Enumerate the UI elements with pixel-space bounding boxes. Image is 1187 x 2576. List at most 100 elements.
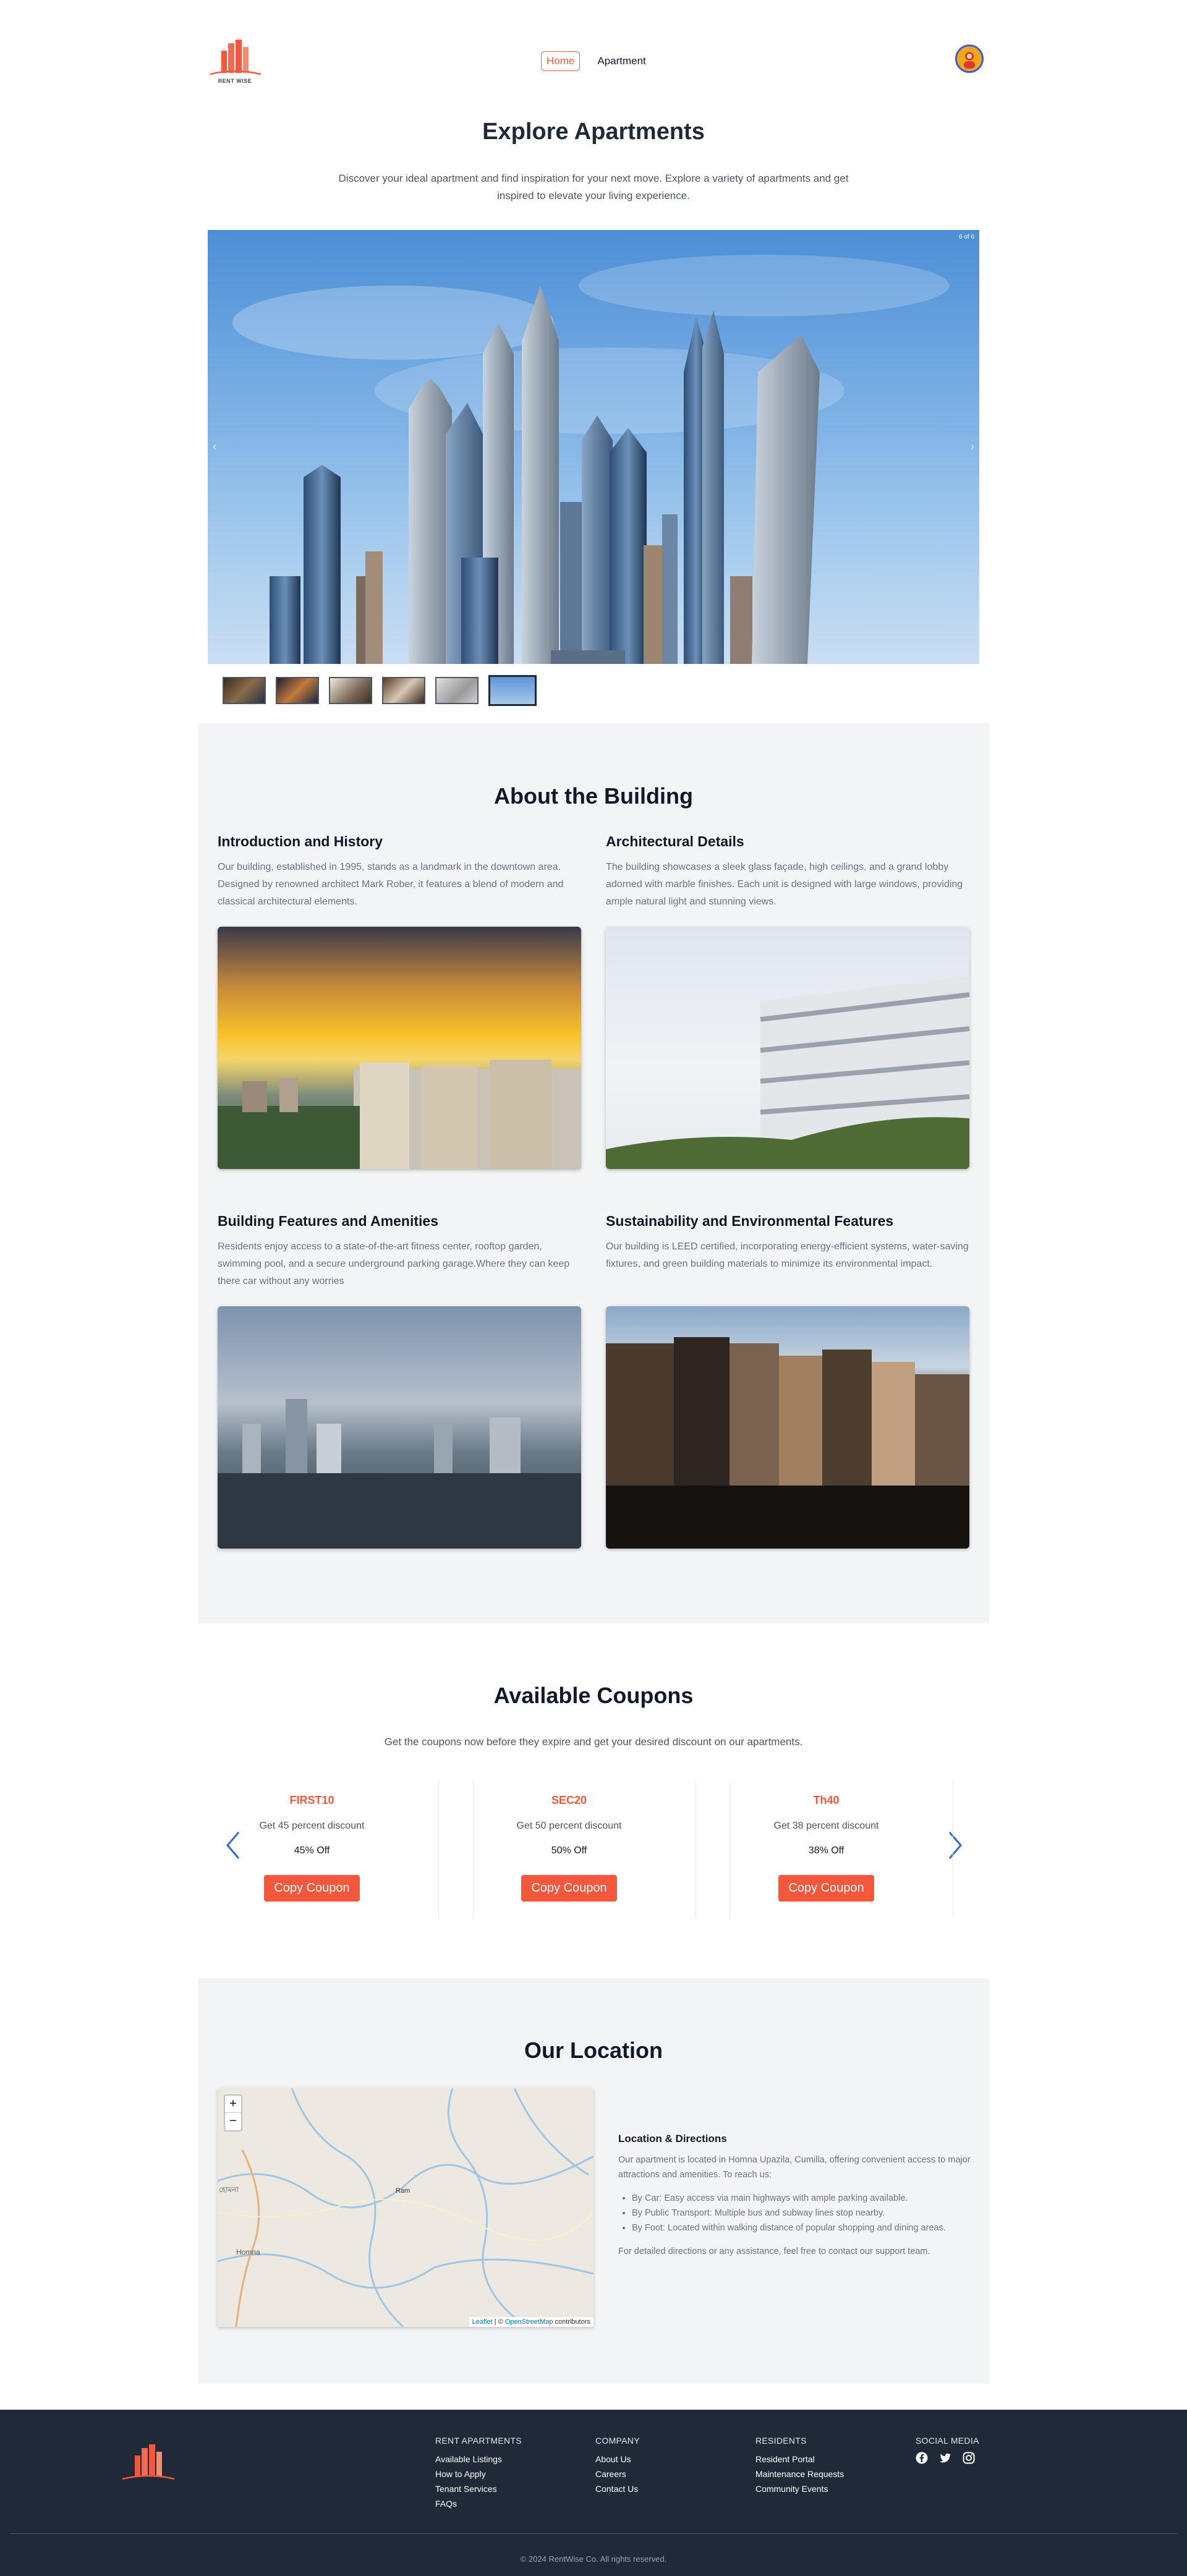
footer-social: SOCIAL MEDIA	[916, 2436, 979, 2464]
building-logo-icon	[210, 40, 262, 75]
direction-item: By Foot: Located within walking distance…	[632, 2221, 971, 2235]
thumbnail-active[interactable]	[488, 675, 537, 706]
footer-link[interactable]: Careers	[595, 2467, 640, 2481]
social-links	[916, 2452, 979, 2464]
page-title: Explore Apartments	[482, 119, 705, 145]
carousel-next-icon[interactable]: ›	[971, 440, 974, 453]
about-card: Building Features and Amenities Resident…	[218, 1213, 581, 1549]
image-carousel[interactable]: 6 of 6 ‹ ›	[208, 230, 979, 664]
about-card: Sustainability and Environmental Feature…	[606, 1213, 969, 1549]
card-text: Residents enjoy access to a state-of-the…	[218, 1241, 570, 1286]
map[interactable]: + − হোমনা Homna Ram Leaflet | © OpenStre…	[218, 2088, 594, 2327]
card-text: Our building is LEED certified, incorpor…	[606, 1241, 969, 1269]
footer-link[interactable]: Available Listings	[435, 2452, 522, 2467]
footer-link[interactable]: Tenant Services	[435, 2481, 522, 2496]
coupon-code: Th40	[813, 1794, 840, 1806]
card-heading: Architectural Details	[606, 833, 744, 849]
avatar[interactable]	[955, 45, 984, 73]
carousel-prev-icon[interactable]: ‹	[213, 440, 216, 453]
carousel-thumbnails	[223, 675, 537, 706]
location-title: Our Location	[524, 2038, 663, 2063]
modern-building-image	[606, 927, 969, 1169]
footer-column-title: SOCIAL MEDIA	[916, 2436, 979, 2446]
footer-column-title: COMPANY	[595, 2436, 640, 2446]
thumbnail[interactable]	[223, 677, 266, 704]
footer: RENT APARTMENTS Available Listings How t…	[0, 2410, 1187, 2576]
coupons-title: Available Coupons	[493, 1683, 694, 1708]
map-zoom-control: + −	[224, 2094, 242, 2132]
copy-coupon-button[interactable]: Copy Coupon	[264, 1875, 360, 1902]
direction-item: By Car: Easy access via main highways wi…	[632, 2191, 971, 2206]
zoom-in-button[interactable]: +	[225, 2096, 241, 2113]
coupons-description: Get the coupons now before they expire a…	[384, 1736, 803, 1748]
card-heading: Building Features and Amenities	[218, 1213, 438, 1229]
thumbnail[interactable]	[329, 677, 372, 704]
nav-home[interactable]: Home	[541, 51, 581, 71]
location-heading: Location & Directions	[618, 2133, 727, 2145]
navbar: RENT WISE Home Apartment	[198, 31, 989, 87]
location-outro: For detailed directions or any assistanc…	[618, 2247, 930, 2256]
card-text: The building showcases a sleek glass faç…	[606, 862, 963, 907]
footer-logo-icon[interactable]	[117, 2441, 179, 2484]
card-text: Our building, established in 1995, stand…	[218, 862, 564, 907]
footer-link[interactable]: Resident Portal	[755, 2452, 844, 2467]
user-avatar-icon	[957, 46, 982, 71]
coupon-description: Get 50 percent discount	[516, 1821, 622, 1831]
attribution-separator: | ©	[492, 2318, 505, 2326]
about-title: About the Building	[494, 783, 693, 809]
osm-link[interactable]: OpenStreetMap	[505, 2318, 553, 2326]
coupon-description: Get 45 percent discount	[259, 1821, 365, 1831]
zoom-out-button[interactable]: −	[225, 2113, 241, 2130]
directions-list: By Car: Easy access via main highways wi…	[632, 2191, 971, 2235]
logo[interactable]: RENT WISE	[204, 37, 266, 87]
leaflet-link[interactable]: Leaflet	[472, 2318, 493, 2326]
map-tiles	[218, 2088, 594, 2327]
footer-link[interactable]: Community Events	[755, 2481, 844, 2496]
card-heading: Introduction and History	[218, 833, 383, 849]
footer-link[interactable]: How to Apply	[435, 2467, 522, 2481]
map-attribution: Leaflet | © OpenStreetMap contributors	[469, 2317, 594, 2327]
twitter-icon[interactable]	[939, 2452, 951, 2464]
copy-coupon-button[interactable]: Copy Coupon	[778, 1875, 874, 1902]
coupon-card: Th40 Get 38 percent discount 38% Off Cop…	[700, 1780, 953, 1918]
facebook-icon[interactable]	[916, 2452, 928, 2464]
map-label: Homna	[236, 2248, 260, 2256]
location-section: Our Location + − হোমনা Homna Ram Leaflet…	[198, 1978, 989, 2384]
about-card: Introduction and History Our building, e…	[218, 833, 581, 1169]
hero-description: Discover your ideal apartment and find i…	[338, 172, 849, 202]
coupon-discount: 50% Off	[551, 1845, 587, 1856]
footer-link[interactable]: FAQs	[435, 2496, 522, 2511]
coupon-discount: 45% Off	[294, 1845, 330, 1856]
map-label: হোমনা	[219, 2185, 239, 2194]
thumbnail[interactable]	[435, 677, 479, 704]
location-intro: Our apartment is located in Homna Upazil…	[618, 2155, 971, 2180]
sunset-city-image	[218, 927, 581, 1169]
instagram-icon[interactable]	[963, 2452, 975, 2464]
nav-apartment[interactable]: Apartment	[592, 52, 650, 70]
skyline-image	[232, 255, 950, 664]
direction-item: By Public Transport: Multiple bus and su…	[632, 2206, 971, 2221]
footer-column: RENT APARTMENTS Available Listings How t…	[435, 2436, 522, 2511]
thumbnail[interactable]	[276, 677, 319, 704]
footer-divider	[10, 2533, 1177, 2534]
thumbnail[interactable]	[382, 677, 425, 704]
logo-text: RENT WISE	[218, 78, 252, 84]
copyright: © 2024 RentWise Co. All rights reserved.	[520, 2554, 667, 2564]
nav-links: Home Apartment	[541, 51, 651, 71]
card-heading: Sustainability and Environmental Feature…	[606, 1213, 894, 1229]
footer-link[interactable]: Contact Us	[595, 2481, 640, 2496]
copy-coupon-button[interactable]: Copy Coupon	[521, 1875, 617, 1902]
location-details: Location & Directions Our apartment is l…	[618, 2133, 971, 2259]
coupon-code: SEC20	[551, 1794, 587, 1806]
about-section: About the Building Introduction and Hist…	[198, 723, 989, 1623]
footer-link[interactable]: About Us	[595, 2452, 640, 2467]
footer-link[interactable]: Maintenance Requests	[755, 2467, 844, 2481]
coupon-card: SEC20 Get 50 percent discount 50% Off Co…	[443, 1780, 696, 1918]
footer-column: RESIDENTS Resident Portal Maintenance Re…	[755, 2436, 844, 2496]
coupon-code: FIRST10	[289, 1794, 334, 1806]
cityscape-dusk-image	[218, 1306, 581, 1549]
map-label: Ram	[396, 2187, 411, 2195]
canal-houses-image	[606, 1306, 969, 1549]
carousel-counter: 6 of 6	[958, 234, 974, 240]
about-card: Architectural Details The building showc…	[606, 833, 969, 1169]
